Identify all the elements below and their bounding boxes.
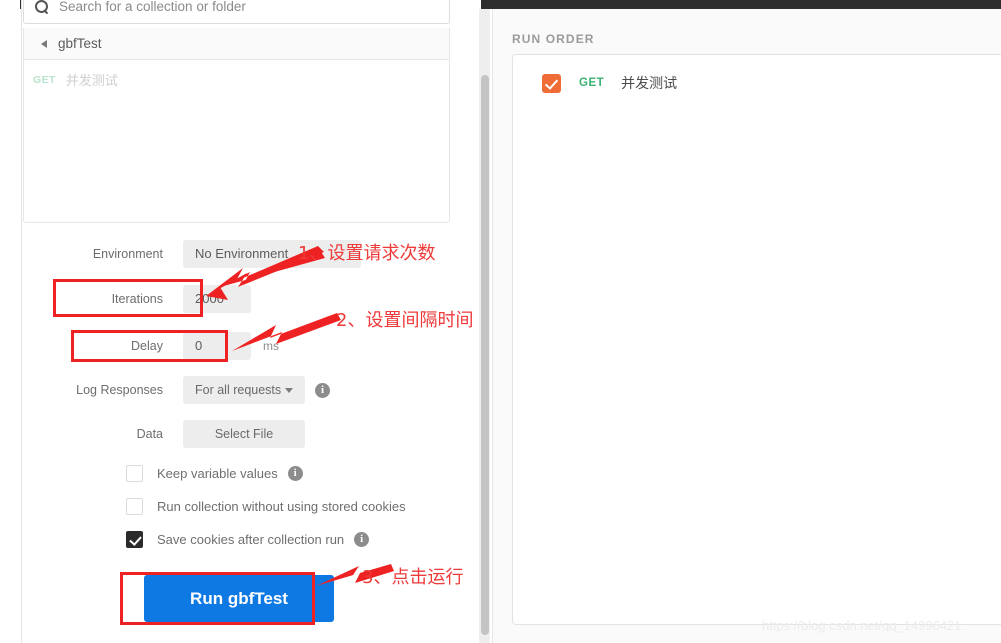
keep-variable-values-label: Keep variable values (157, 466, 278, 481)
run-order-panel: RUN ORDER GET 并发测试 (492, 9, 1001, 643)
save-cookies-row[interactable]: Save cookies after collection run i (126, 531, 370, 548)
annotation-2-text: 2、设置间隔时间 (336, 310, 474, 331)
table-row[interactable]: GET 并发测试 (513, 55, 1001, 93)
run-order-list: GET 并发测试 (512, 54, 1001, 625)
delay-row: Delay ms (50, 332, 279, 360)
iterations-input[interactable] (183, 285, 251, 313)
iterations-label: Iterations (111, 292, 163, 306)
delay-unit-label: ms (263, 339, 279, 353)
info-icon[interactable]: i (315, 382, 330, 398)
environment-label: Environment (92, 247, 163, 261)
log-responses-label: Log Responses (76, 383, 163, 397)
breadcrumb-collection-label: gbfTest (58, 36, 102, 51)
postman-collection-runner: Search for a collection or folder gbfTes… (0, 0, 1001, 643)
list-item[interactable]: GET 并发测试 (24, 60, 449, 89)
request-list: GET 并发测试 (23, 60, 450, 223)
delay-label: Delay (131, 339, 163, 353)
panel-scrollbar-thumb[interactable] (481, 75, 489, 635)
run-order-request-name: 并发测试 (621, 75, 678, 91)
select-file-button[interactable]: Select File (183, 420, 305, 448)
run-without-cookies-label: Run collection without using stored cook… (157, 499, 406, 514)
run-order-item-checkbox[interactable] (542, 73, 561, 93)
log-responses-value: For all requests (195, 383, 282, 397)
top-left-gap (0, 0, 20, 9)
run-order-title: RUN ORDER (512, 32, 595, 46)
info-icon[interactable]: i (287, 466, 303, 481)
info-icon[interactable]: i (354, 532, 370, 547)
data-row: Data Select File (50, 420, 305, 448)
search-placeholder: Search for a collection or folder (59, 0, 246, 14)
save-cookies-label: Save cookies after collection run (157, 532, 345, 547)
left-triangle-icon (41, 39, 47, 48)
search-collection-input[interactable]: Search for a collection or folder (23, 0, 450, 24)
log-responses-row: Log Responses For all requests i (50, 376, 330, 404)
save-cookies-checkbox[interactable] (126, 531, 143, 548)
request-method-label: GET (33, 73, 56, 86)
data-label: Data (136, 427, 163, 441)
annotation-1-text: 1、设置请求次数 (298, 243, 436, 264)
watermark: https://blog.csdn.net/qq_14996421 (762, 618, 962, 633)
delay-input[interactable] (183, 332, 251, 360)
chevron-down-icon (285, 387, 293, 393)
run-without-cookies-row[interactable]: Run collection without using stored cook… (126, 498, 406, 515)
keep-variable-values-checkbox[interactable] (126, 465, 143, 482)
request-name-label: 并发测试 (65, 73, 118, 88)
iterations-row: Iterations (50, 285, 251, 313)
search-icon (35, 0, 49, 14)
run-without-cookies-checkbox[interactable] (126, 498, 143, 515)
run-collection-button[interactable]: Run gbfTest (144, 575, 334, 622)
log-responses-select[interactable]: For all requests (183, 376, 305, 404)
annotation-3-text: 3、点击运行 (362, 567, 464, 588)
run-order-method-label: GET (579, 77, 605, 89)
breadcrumb[interactable]: gbfTest (23, 28, 450, 60)
keep-variable-values-row[interactable]: Keep variable values i (126, 465, 303, 482)
